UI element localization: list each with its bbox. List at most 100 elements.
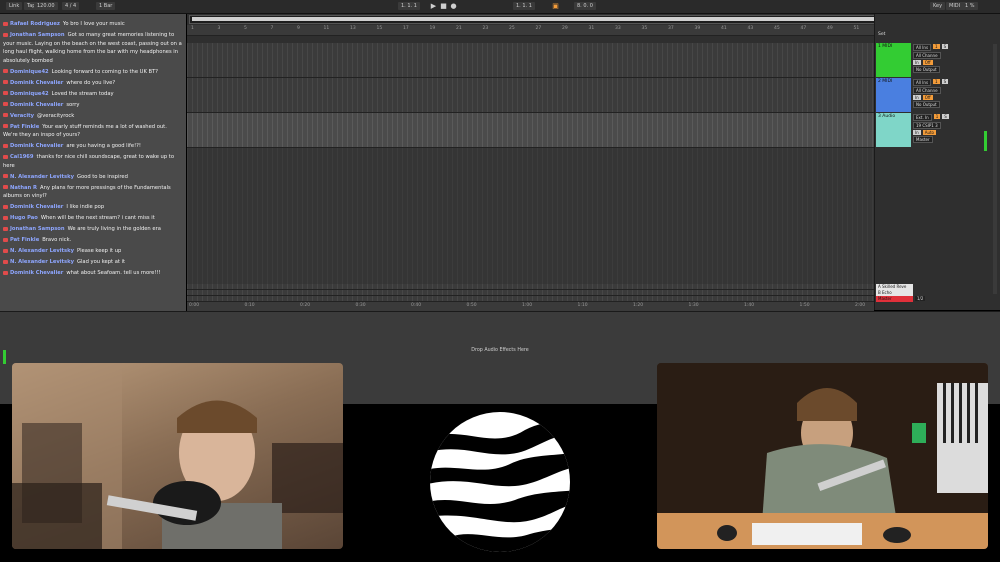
chat-username[interactable]: N. Alexander Levitsky bbox=[10, 259, 74, 265]
time-label: 0:10 bbox=[244, 303, 255, 308]
track-activator-button[interactable]: 1 bbox=[933, 44, 940, 49]
key-map-button[interactable]: Key bbox=[930, 2, 946, 10]
beat-label: 5 bbox=[244, 26, 247, 31]
beat-label: 33 bbox=[615, 26, 621, 31]
brand-logo bbox=[430, 412, 570, 552]
arrangement-view: 1 3 5 7 9 11 13 15 17 19 21 23 25 27 29 31 33 35 37 39 41 43 4… bbox=[187, 14, 881, 311]
time-label: 2:00 bbox=[855, 303, 866, 308]
song-position[interactable]: 1. 1. 1 bbox=[398, 2, 420, 10]
quantize-select[interactable]: 1 Bar bbox=[96, 2, 116, 10]
chat-username[interactable]: N. Alexander Levitsky bbox=[10, 174, 74, 180]
time-label: 0:50 bbox=[466, 303, 477, 308]
webcam-right bbox=[657, 363, 988, 549]
chat-username[interactable]: Cal1969 bbox=[10, 154, 34, 160]
monitor-in-button[interactable]: In bbox=[913, 60, 921, 65]
chat-username[interactable]: Dominik Chevalier bbox=[10, 80, 63, 86]
chat-message: N. Alexander Levitsky Please keep it up bbox=[0, 247, 186, 256]
time-ruler[interactable]: 0:00 0:10 0:20 0:30 0:40 0:50 1:00 1:10 1:20 1:30… bbox=[187, 301, 874, 311]
return-track-header[interactable]: Master bbox=[876, 296, 913, 302]
loop-length[interactable]: 8. 0. 0 bbox=[574, 2, 596, 10]
input-channel-select[interactable]: 19 CSIP1 3 bbox=[913, 122, 941, 129]
link-button[interactable]: Link bbox=[6, 2, 23, 10]
track-activator-button[interactable]: 1 bbox=[933, 114, 941, 119]
input-type-select[interactable]: Ext. In bbox=[913, 114, 932, 121]
track-name[interactable]: 3 Audio bbox=[876, 113, 911, 120]
chat-username[interactable]: Jonathan Sampson bbox=[10, 32, 65, 38]
chat-message: Veracity @veracityrock bbox=[0, 112, 186, 121]
track-header[interactable]: 2 MIDI bbox=[876, 78, 911, 112]
chat-username[interactable]: Dominik Chevalier bbox=[10, 102, 63, 108]
overview-scrollbar[interactable] bbox=[189, 15, 881, 24]
output-select[interactable]: Master bbox=[913, 136, 933, 143]
monitor-in-button[interactable]: In bbox=[913, 130, 921, 135]
chat-username[interactable]: Jonathan Sampson bbox=[10, 226, 65, 232]
chat-username[interactable]: Dominik Chevalier bbox=[10, 204, 63, 210]
chat-message: N. Alexander Levitsky Good to be inspired bbox=[0, 173, 186, 182]
transport-bar: Link Tap 120.00 4 / 4 1 Bar 1. 1. 1 ▶ ■ … bbox=[0, 0, 1000, 14]
solo-button[interactable]: S bbox=[941, 79, 949, 84]
webcam-left-scene bbox=[12, 363, 343, 549]
chat-username[interactable]: Hugo Pao bbox=[10, 215, 38, 221]
track-header[interactable]: 1 MIDI bbox=[876, 43, 911, 77]
chat-badge-icon bbox=[3, 154, 8, 159]
time-label: 1:40 bbox=[744, 303, 755, 308]
monitor-auto-button[interactable]: Off bbox=[922, 60, 933, 65]
tempo-field[interactable]: 120.00 bbox=[34, 2, 58, 10]
beat-ruler[interactable]: 1 3 5 7 9 11 13 15 17 19 21 23 25 27 29 31 33 35 37 39 41 43 4… bbox=[187, 25, 874, 36]
loop-start[interactable]: 1. 1. 1 bbox=[513, 2, 535, 10]
track-lane-1[interactable] bbox=[187, 43, 874, 78]
chat-username[interactable]: Pat Finkle bbox=[10, 124, 39, 130]
chat-username[interactable]: N. Alexander Levitsky bbox=[10, 248, 74, 254]
chat-username[interactable]: Dominik Chevalier bbox=[10, 270, 63, 276]
input-type-select[interactable]: All Ins bbox=[913, 44, 932, 51]
chat-text: We are truly living in the golden era bbox=[67, 226, 161, 232]
chat-username[interactable]: Rafael Rodriguez bbox=[10, 21, 60, 27]
beat-label: 43 bbox=[747, 26, 754, 31]
chat-text: Glad you kept at it bbox=[76, 259, 126, 265]
overview-thumb[interactable] bbox=[192, 17, 880, 21]
beat-label: 41 bbox=[721, 26, 727, 31]
play-icon[interactable]: ▶ bbox=[430, 2, 437, 10]
time-label: 0:20 bbox=[300, 303, 311, 308]
chat-badge-icon bbox=[3, 113, 8, 117]
beat-label: 29 bbox=[562, 26, 568, 31]
chat-badge-icon bbox=[3, 248, 8, 253]
empty-lane-area[interactable] bbox=[187, 148, 874, 284]
chat-text: Please keep it up bbox=[76, 248, 122, 254]
chat-username[interactable]: Dominik Chevalier bbox=[10, 143, 63, 149]
vertical-scrollbar[interactable] bbox=[993, 44, 997, 294]
track-header[interactable]: 3 Audio bbox=[876, 113, 911, 147]
stop-icon[interactable]: ■ bbox=[440, 2, 447, 10]
time-signature[interactable]: 4 / 4 bbox=[62, 2, 80, 10]
track-lane-3[interactable] bbox=[187, 113, 874, 148]
set-label: Set bbox=[878, 32, 886, 37]
midi-map-button[interactable]: MIDI bbox=[946, 2, 964, 10]
loop-icon[interactable]: ▣ bbox=[552, 2, 559, 10]
master-output-select[interactable]: 1/2 bbox=[915, 296, 926, 301]
monitor-auto-button[interactable]: Off bbox=[922, 95, 933, 100]
chat-message: Dominik Chevalier sorry bbox=[0, 101, 186, 110]
solo-button[interactable]: S bbox=[941, 44, 949, 49]
chat-text: @veracityrock bbox=[37, 112, 75, 119]
chat-username[interactable]: Dominique42 bbox=[10, 91, 49, 97]
chat-username[interactable]: Pat Finkle bbox=[10, 237, 39, 243]
track-name[interactable]: 2 MIDI bbox=[876, 78, 911, 85]
input-type-select[interactable]: All Ins bbox=[913, 79, 932, 86]
chat-username[interactable]: Nathan R bbox=[10, 185, 37, 191]
output-select[interactable]: No Output bbox=[913, 66, 940, 73]
monitor-auto-button[interactable]: Auto bbox=[922, 130, 937, 135]
record-icon[interactable]: ● bbox=[450, 2, 457, 10]
beat-label: 47 bbox=[800, 26, 807, 31]
track-activator-button[interactable]: 1 bbox=[933, 79, 940, 84]
chat-username[interactable]: Veracity bbox=[10, 113, 34, 119]
output-select[interactable]: No Output bbox=[913, 101, 940, 108]
track-name[interactable]: 1 MIDI bbox=[876, 43, 911, 50]
chat-username[interactable]: Dominique42 bbox=[10, 69, 49, 75]
track-lane-2[interactable] bbox=[187, 78, 874, 113]
chat-badge-icon bbox=[3, 270, 8, 275]
input-channel-select[interactable]: All Channe bbox=[913, 87, 941, 94]
solo-button[interactable]: S bbox=[942, 114, 949, 119]
monitor-in-button[interactable]: In bbox=[913, 95, 921, 100]
chat-message: Dominik Chevalier are you having a good l… bbox=[0, 142, 186, 151]
input-channel-select[interactable]: All Channe bbox=[913, 52, 941, 59]
